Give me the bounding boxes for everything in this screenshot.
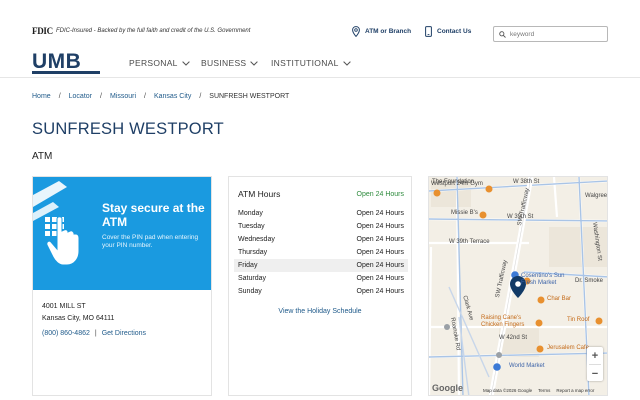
hours-table: Monday Open 24 Hours Tuesday Open 24 Hours… (234, 207, 408, 298)
breadcrumb-home[interactable]: Home (32, 93, 51, 100)
nav-institutional[interactable]: INSTITUTIONAL (271, 58, 351, 68)
hours-value: Open 24 Hours (356, 236, 404, 243)
breadcrumb: Home / Locator / Missouri / Kansas City … (32, 93, 289, 100)
nav-business[interactable]: BUSINESS (201, 58, 259, 68)
address: 4001 MILL ST Kansas City, MO 64111 (42, 301, 114, 325)
zoom-in-button[interactable]: + (587, 347, 603, 364)
security-promo-banner: Stay secure at the ATM Cover the PIN pad… (33, 177, 211, 290)
location-map[interactable]: The Foundation Westport 24hr Gym W 38th … (428, 176, 608, 396)
map-label-charbar: Char Bar (547, 296, 572, 302)
map-attribution: Map data ©2026 Google Terms Report a map… (483, 388, 594, 393)
page-title: SUNFRESH WESTPORT (32, 120, 224, 138)
breadcrumb-current: SUNFRESH WESTPORT (209, 93, 290, 100)
day-label: Tuesday (238, 223, 265, 230)
hours-row-saturday: Saturday Open 24 Hours (234, 272, 408, 285)
nav-personal-label: PERSONAL (129, 58, 178, 68)
day-label: Wednesday (238, 236, 275, 243)
report-map-error-link[interactable]: Report a map error (556, 388, 594, 393)
breadcrumb-locator[interactable]: Locator (69, 93, 92, 100)
map-label-walgreens: Walgree (585, 193, 608, 199)
map-label-cosentino: Cosentino's Sun Fresh Market (521, 273, 565, 286)
map-label-gym: Westport 24hr Gym (431, 181, 483, 187)
map-zoom-control: + − (587, 347, 603, 381)
chevron-down-icon (181, 60, 190, 66)
breadcrumb-separator: / (100, 93, 102, 100)
hours-value: Open 24 Hours (356, 288, 404, 295)
map-label-jerusalem: Jerusalem Cafe (547, 345, 590, 351)
fdic-disclaimer: FDIC-Insured - Backed by the full faith … (56, 28, 251, 34)
main-navigation: UMB PERSONAL BUSINESS INSTITUTIONAL (0, 50, 640, 78)
contact-us-link[interactable]: Contact Us (425, 26, 471, 37)
hours-value: Open 24 Hours (356, 275, 404, 282)
map-terms-link[interactable]: Terms (538, 388, 550, 393)
address-line-1: 4001 MILL ST (42, 303, 86, 310)
hours-header: ATM Hours Open 24 Hours (238, 189, 404, 199)
day-label: Saturday (238, 275, 267, 282)
map-label-raising-canes: Raising Cane's Chicken Fingers (481, 315, 525, 328)
map-label-world-market: World Market (509, 363, 545, 369)
search-box (493, 26, 608, 42)
location-type: ATM (32, 151, 53, 162)
promo-body: Cover the PIN pad when entering your PIN… (102, 234, 199, 249)
hours-row-tuesday: Tuesday Open 24 Hours (234, 220, 408, 233)
umb-logo-text: UMB (32, 50, 82, 73)
atm-or-branch-link[interactable]: ATM or Branch (352, 26, 411, 37)
get-directions-link[interactable]: Get Directions (102, 330, 146, 337)
day-label: Thursday (238, 249, 268, 256)
hours-row-monday: Monday Open 24 Hours (234, 207, 408, 220)
nav-institutional-label: INSTITUTIONAL (271, 58, 339, 68)
open-status: Open 24 Hours (356, 190, 404, 198)
atm-or-branch-label: ATM or Branch (365, 28, 412, 35)
phone-icon (425, 26, 432, 37)
search-input[interactable] (510, 30, 600, 38)
map-label-w39-terrace: W 39th Terrace (449, 239, 490, 245)
contact-links: (800) 860-4862 | Get Directions (42, 330, 146, 337)
atm-hours-card: ATM Hours Open 24 Hours Monday Open 24 Ho… (228, 176, 412, 396)
google-logo[interactable]: Google (432, 383, 463, 393)
phone-link[interactable]: (800) 860-4862 (42, 330, 90, 337)
map-label-missie: Missie B's (451, 210, 478, 216)
breadcrumb-separator: / (199, 93, 202, 100)
hours-row-sunday: Sunday Open 24 Hours (234, 285, 408, 298)
zoom-out-button[interactable]: − (587, 365, 603, 382)
link-divider: | (94, 330, 97, 337)
day-label: Friday (238, 262, 258, 269)
address-line-2: Kansas City, MO 64111 (42, 315, 115, 322)
holiday-schedule-link[interactable]: View the Holiday Schedule (229, 308, 411, 315)
map-label-drsmoke: Dr. Smoke (575, 278, 604, 284)
chevron-down-icon (342, 60, 351, 66)
atm-keypad-illustration (33, 181, 80, 266)
top-utility-bar: FDIC FDIC-Insured - Backed by the full f… (0, 0, 640, 48)
day-label: Sunday (238, 288, 262, 295)
day-label: Monday (238, 210, 263, 217)
search-icon (499, 30, 506, 38)
hours-value: Open 24 Hours (356, 262, 404, 269)
map-label-w42: W 42nd St (499, 335, 528, 341)
breadcrumb-separator: / (144, 93, 146, 100)
location-card: Stay secure at the ATM Cover the PIN pad… (32, 176, 212, 396)
map-pin-icon (352, 26, 360, 37)
umb-logo-underline (32, 71, 100, 74)
umb-logo[interactable]: UMB (32, 50, 100, 74)
breadcrumb-missouri[interactable]: Missouri (110, 93, 136, 100)
nav-personal[interactable]: PERSONAL (129, 58, 190, 68)
hours-row-thursday: Thursday Open 24 Hours (234, 246, 408, 259)
breadcrumb-kansas-city[interactable]: Kansas City (154, 93, 191, 100)
map-data-credit: Map data ©2026 Google (483, 388, 533, 393)
hours-value: Open 24 Hours (356, 223, 404, 230)
contact-us-label: Contact Us (437, 28, 472, 35)
chevron-down-icon (250, 60, 259, 66)
hours-value: Open 24 Hours (356, 210, 404, 217)
hours-row-friday: Friday Open 24 Hours (234, 259, 408, 272)
nav-business-label: BUSINESS (201, 58, 247, 68)
promo-title: Stay secure at the ATM (102, 201, 205, 229)
map-label-tinroof: Tin Roof (567, 317, 590, 323)
map-label-w38: W 38th St (513, 179, 540, 185)
hours-row-wednesday: Wednesday Open 24 Hours (234, 233, 408, 246)
fdic-logo: FDIC (32, 26, 53, 36)
breadcrumb-separator: / (58, 93, 61, 100)
hours-value: Open 24 Hours (356, 249, 404, 256)
hours-title: ATM Hours (238, 189, 281, 199)
